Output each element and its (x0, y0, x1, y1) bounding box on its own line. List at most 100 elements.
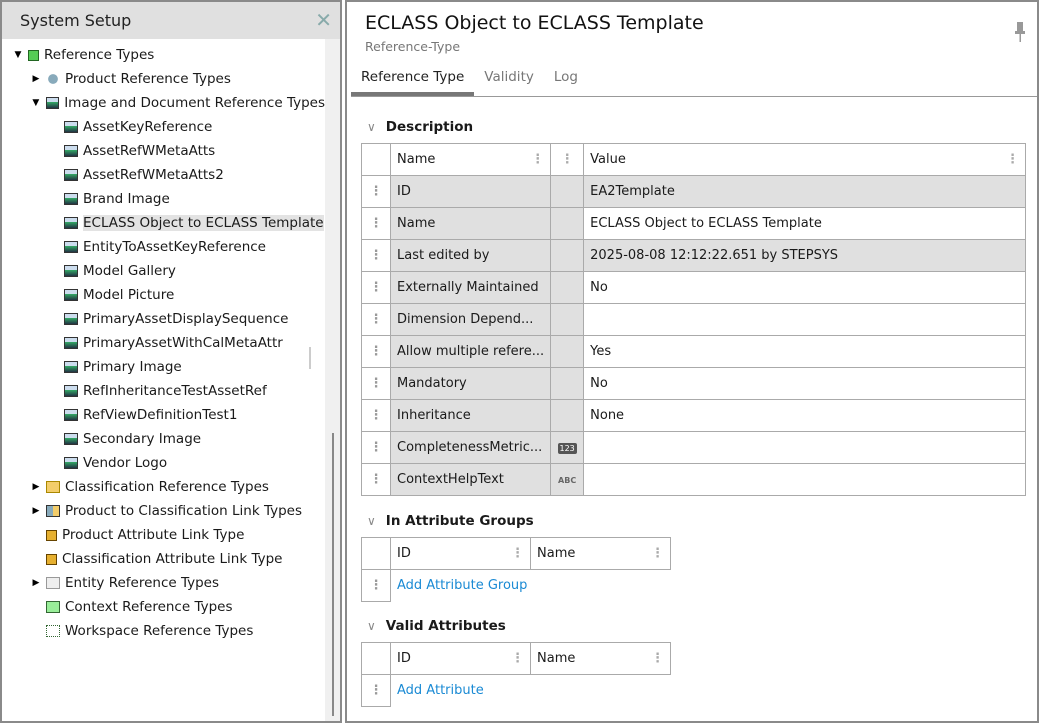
collapse-arrow-icon[interactable]: ▼ (30, 98, 42, 108)
id-column-header[interactable]: ID ⋮ (390, 642, 531, 675)
attribute-value[interactable] (583, 303, 1026, 336)
tab-log[interactable]: Log (544, 68, 588, 96)
tree-item-label: AssetKeyReference (83, 119, 213, 135)
add-attribute-group-link[interactable]: Add Attribute Group (397, 578, 527, 593)
row-handle[interactable]: ⋮ (361, 303, 391, 336)
tree-item[interactable]: Model Gallery (2, 259, 325, 283)
handle-header (361, 642, 391, 675)
header-label: ID (397, 546, 411, 561)
tree-item[interactable]: Context Reference Types (2, 595, 325, 619)
row-handle[interactable]: ⋮ (361, 674, 391, 707)
tree-item[interactable]: ▶ Product Reference Types (2, 67, 325, 91)
table-header: ID ⋮ Name ⋮ (361, 642, 671, 675)
row-handle[interactable]: ⋮ (361, 239, 391, 272)
scrollbar-thumb[interactable] (332, 433, 334, 716)
scrollbar[interactable] (325, 39, 340, 721)
expand-arrow-icon[interactable]: ▶ (30, 506, 42, 516)
row-handle[interactable]: ⋮ (361, 569, 391, 602)
header-label: Name (397, 152, 436, 167)
tree-item[interactable]: Product Attribute Link Type (2, 523, 325, 547)
row-handle[interactable]: ⋮ (361, 399, 391, 432)
collapse-arrow-icon[interactable]: ▼ (12, 50, 24, 60)
column-menu-icon[interactable]: ⋮ (651, 546, 664, 561)
row-handle[interactable]: ⋮ (361, 367, 391, 400)
id-column-header[interactable]: ID ⋮ (390, 537, 531, 570)
ws-type-icon (46, 625, 60, 637)
table-header: ID ⋮ Name ⋮ (361, 537, 671, 570)
type-cell (550, 207, 585, 240)
tree-item[interactable]: RefInheritanceTestAssetRef (2, 379, 325, 403)
tree-item-label: PrimaryAssetWithCalMetaAttr (83, 335, 283, 351)
attribute-value[interactable] (583, 463, 1026, 496)
tree-item[interactable]: Brand Image (2, 187, 325, 211)
expand-arrow-icon[interactable]: ▶ (30, 482, 42, 492)
tree-item[interactable]: ▶ Classification Reference Types (2, 475, 325, 499)
attribute-groups-section-header[interactable]: ∨ In Attribute Groups (367, 513, 534, 529)
row-handle[interactable]: ⋮ (361, 463, 391, 496)
img-type-icon (64, 241, 78, 253)
tree-item[interactable]: Classification Attribute Link Type (2, 547, 325, 571)
type-cell (550, 367, 585, 400)
description-section-header[interactable]: ∨ Description (367, 119, 473, 135)
tree-item[interactable]: RefViewDefinitionTest1 (2, 403, 325, 427)
tree-item[interactable]: ▼ Image and Document Reference Types (2, 91, 325, 115)
pin-icon[interactable] (1015, 22, 1025, 42)
column-menu-icon[interactable]: ⋮ (531, 152, 544, 167)
attribute-value[interactable] (583, 431, 1026, 464)
column-menu-icon[interactable]: ⋮ (511, 546, 524, 561)
valid-attributes-section-header[interactable]: ∨ Valid Attributes (367, 618, 506, 634)
tree-item[interactable]: ▶ Product to Classification Link Types (2, 499, 325, 523)
attribute-value[interactable]: ECLASS Object to ECLASS Template (583, 207, 1026, 240)
attribute-value[interactable]: No (583, 271, 1026, 304)
value-column-header[interactable]: Value ⋮ (583, 143, 1026, 176)
tree-item[interactable]: AssetKeyReference (2, 115, 325, 139)
header-label: ID (397, 651, 411, 666)
tree-item-label: Workspace Reference Types (65, 623, 254, 639)
tree-item[interactable]: EntityToAssetKeyReference (2, 235, 325, 259)
expand-arrow-icon[interactable]: ▶ (30, 578, 42, 588)
name-column-header[interactable]: Name ⋮ (389, 143, 552, 176)
tab-reference-type[interactable]: Reference Type (351, 68, 475, 96)
tree-item[interactable]: ▶ Entity Reference Types (2, 571, 325, 595)
row-handle[interactable]: ⋮ (361, 207, 391, 240)
column-menu-icon[interactable]: ⋮ (511, 651, 524, 666)
chevron-down-icon: ∨ (367, 619, 376, 633)
close-icon[interactable]: ✕ (315, 10, 332, 30)
attribute-value[interactable]: No (583, 367, 1026, 400)
tree-item[interactable]: PrimaryAssetWithCalMetaAttr (2, 331, 325, 355)
row-handle[interactable]: ⋮ (361, 271, 391, 304)
tree-item[interactable]: ▼ Reference Types (2, 43, 325, 67)
column-menu-icon[interactable]: ⋮ (1006, 152, 1019, 167)
attribute-value[interactable]: None (583, 399, 1026, 432)
tree-item-label: Context Reference Types (65, 599, 233, 615)
splitter-handle[interactable] (309, 347, 311, 369)
tree-item[interactable]: Primary Image (2, 355, 325, 379)
tree-item[interactable]: AssetRefWMetaAtts2 (2, 163, 325, 187)
attribute-value[interactable]: Yes (583, 335, 1026, 368)
column-menu-icon[interactable]: ⋮ (561, 152, 574, 167)
table-row: ⋮ Externally Maintained No (361, 271, 1026, 304)
add-attribute-link[interactable]: Add Attribute (397, 683, 484, 698)
handle-header (361, 537, 391, 570)
type-column-header[interactable]: ⋮ (550, 143, 585, 176)
tree-item-label: Image and Document Reference Types (64, 95, 325, 111)
img-type-icon (64, 385, 78, 397)
tree-item[interactable]: PrimaryAssetDisplaySequence (2, 307, 325, 331)
tree-item-label: Product Attribute Link Type (62, 527, 245, 543)
tab-validity[interactable]: Validity (474, 68, 544, 96)
row-handle[interactable]: ⋮ (361, 335, 391, 368)
attribute-name: ContextHelpText (389, 463, 552, 496)
column-menu-icon[interactable]: ⋮ (651, 651, 664, 666)
tree-item[interactable]: AssetRefWMetaAtts (2, 139, 325, 163)
row-handle[interactable]: ⋮ (361, 175, 391, 208)
expand-arrow-icon[interactable]: ▶ (30, 74, 42, 84)
tree-item[interactable]: Model Picture (2, 283, 325, 307)
tree-item[interactable]: Secondary Image (2, 427, 325, 451)
tree-item[interactable]: ECLASS Object to ECLASS Template (2, 211, 325, 235)
tree-item[interactable]: Vendor Logo (2, 451, 325, 475)
row-handle[interactable]: ⋮ (361, 431, 391, 464)
name-column-header[interactable]: Name ⋮ (530, 537, 671, 570)
tree-item[interactable]: Workspace Reference Types (2, 619, 325, 643)
attribute-name: ID (389, 175, 552, 208)
name-column-header[interactable]: Name ⋮ (530, 642, 671, 675)
